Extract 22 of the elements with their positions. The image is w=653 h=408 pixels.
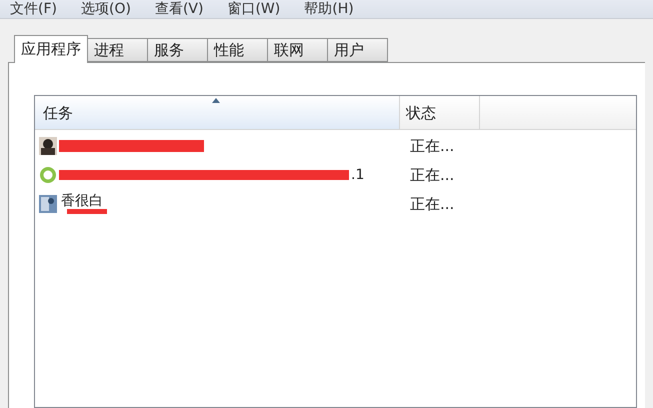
- menu-item[interactable]: 帮助(H): [304, 1, 354, 17]
- task-name: 香很白: [61, 193, 104, 209]
- menu-item[interactable]: 选项(O): [80, 1, 131, 17]
- menu-item[interactable]: 窗口(W): [227, 1, 280, 17]
- menu-item[interactable]: 查看(V): [154, 1, 204, 17]
- task-name: .1: [351, 166, 364, 184]
- task-status: 正在...: [409, 194, 454, 214]
- task-status: 正在...: [409, 165, 454, 185]
- menu-item[interactable]: 文件(F): [10, 1, 57, 17]
- tab[interactable]: 应用程序: [14, 35, 88, 63]
- task-status: 正在...: [409, 136, 454, 156]
- task-row[interactable]: 香很白 正在...: [35, 194, 636, 223]
- tab[interactable]: 用户: [328, 38, 388, 62]
- task-row[interactable]: 正在...: [35, 136, 636, 165]
- column-title: 任务: [43, 102, 73, 124]
- tab[interactable]: 服务: [148, 38, 208, 62]
- tab[interactable]: 性能: [208, 38, 268, 62]
- task-row[interactable]: .1 正在...: [35, 165, 636, 194]
- tab[interactable]: 进程: [88, 38, 148, 62]
- tab[interactable]: 联网: [268, 38, 328, 62]
- column-header[interactable]: 任务: [35, 96, 400, 129]
- column-header[interactable]: 状态: [400, 96, 480, 129]
